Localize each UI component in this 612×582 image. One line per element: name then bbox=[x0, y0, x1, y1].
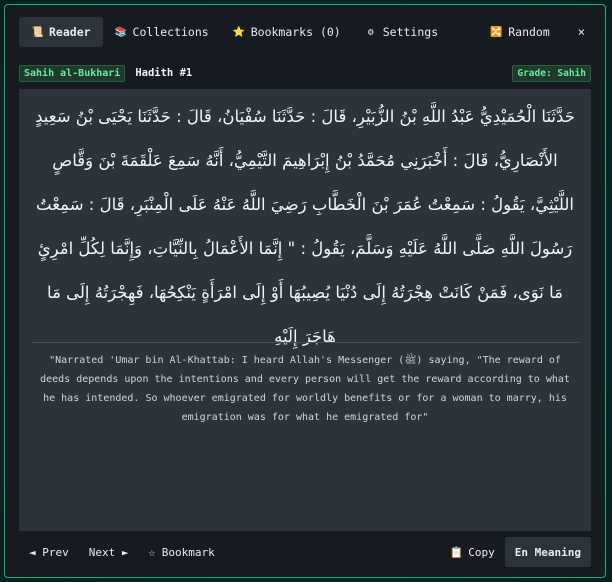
tab-collections[interactable]: 📚 Collections bbox=[103, 17, 221, 47]
copy-button[interactable]: 📋 Copy bbox=[440, 537, 505, 567]
tab-reader[interactable]: 📜 Reader bbox=[19, 17, 103, 47]
hadith-number: Hadith #1 bbox=[135, 67, 193, 79]
tab-label: Bookmarks (0) bbox=[250, 25, 341, 39]
prev-button[interactable]: ◄ Prev bbox=[19, 537, 79, 567]
next-button[interactable]: Next ► bbox=[79, 537, 139, 567]
bookmark-button[interactable]: ☆ Bookmark bbox=[139, 537, 225, 567]
random-label: Random bbox=[508, 25, 550, 39]
translation-text: "Narrated 'Umar bin Al-Khattab: I heard … bbox=[40, 355, 570, 423]
tab-bookmarks[interactable]: ⭐ Bookmarks (0) bbox=[221, 17, 353, 47]
books-icon: 📚 bbox=[114, 26, 127, 38]
close-icon[interactable]: × bbox=[562, 25, 591, 39]
scroll-icon: 📜 bbox=[31, 26, 44, 38]
tab-label: Settings bbox=[382, 25, 439, 39]
star-icon: ⭐ bbox=[232, 26, 246, 38]
app-window: 📜 Reader 📚 Collections ⭐ Bookmarks (0) ⚙… bbox=[4, 4, 606, 578]
shuffle-icon: 🔀 bbox=[490, 26, 503, 38]
arabic-text: حَدَّثَنَا الْحُمَيْدِيُّ عَبْدُ اللَّهِ… bbox=[35, 107, 575, 346]
tab-settings[interactable]: ⚙ Settings bbox=[353, 17, 450, 47]
meaning-button[interactable]: En Meaning bbox=[504, 537, 591, 567]
footer-bar: ◄ Prev Next ► ☆ Bookmark 📋 Copy En Meani… bbox=[19, 537, 591, 567]
tab-bar: 📜 Reader 📚 Collections ⭐ Bookmarks (0) ⚙… bbox=[19, 17, 591, 47]
clipboard-icon: 📋 bbox=[449, 545, 464, 559]
grade-badge: Grade: Sahih bbox=[512, 64, 591, 82]
hadith-meta: Sahih al-Bukhari Hadith #1 Grade: Sahih bbox=[19, 64, 591, 82]
tab-label: Reader bbox=[49, 25, 91, 39]
collection-badge: Sahih al-Bukhari bbox=[19, 64, 126, 82]
divider bbox=[31, 342, 579, 343]
gear-icon: ⚙ bbox=[367, 26, 374, 38]
copy-label: Copy bbox=[468, 545, 495, 559]
hadith-panel: حَدَّثَنَا الْحُمَيْدِيُّ عَبْدُ اللَّهِ… bbox=[19, 89, 591, 531]
tab-label: Collections bbox=[132, 25, 209, 39]
random-button[interactable]: 🔀 Random bbox=[478, 17, 562, 47]
